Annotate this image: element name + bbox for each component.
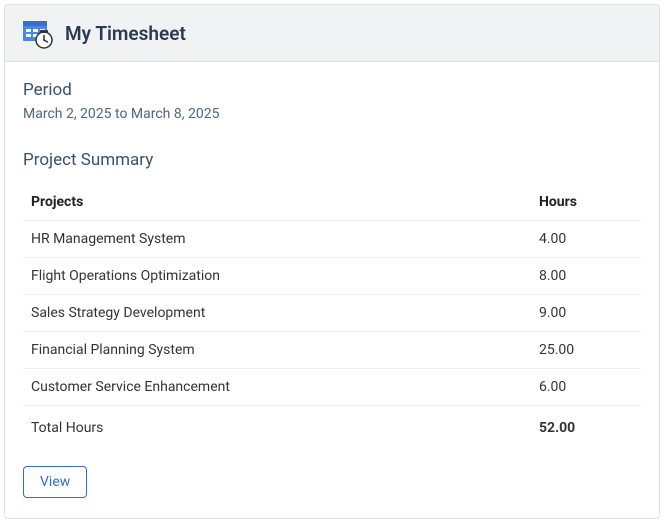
project-hours: 6.00 xyxy=(531,369,641,406)
project-name: Customer Service Enhancement xyxy=(23,369,531,406)
table-row: Customer Service Enhancement 6.00 xyxy=(23,369,641,406)
total-hours: 52.00 xyxy=(531,406,641,447)
card-title: My Timesheet xyxy=(65,22,186,45)
col-hours: Hours xyxy=(531,184,641,221)
project-hours: 4.00 xyxy=(531,221,641,258)
period-value: March 2, 2025 to March 8, 2025 xyxy=(23,106,641,122)
table-row: HR Management System 4.00 xyxy=(23,221,641,258)
project-hours: 9.00 xyxy=(531,295,641,332)
total-label: Total Hours xyxy=(23,406,531,447)
timesheet-icon xyxy=(21,17,53,49)
period-label: Period xyxy=(23,80,641,100)
project-name: Financial Planning System xyxy=(23,332,531,369)
project-name: Sales Strategy Development xyxy=(23,295,531,332)
project-summary-table: Projects Hours HR Management System 4.00… xyxy=(23,184,641,446)
timesheet-card: My Timesheet Period March 2, 2025 to Mar… xyxy=(4,4,660,519)
project-hours: 8.00 xyxy=(531,258,641,295)
col-projects: Projects xyxy=(23,184,531,221)
project-name: HR Management System xyxy=(23,221,531,258)
view-button[interactable]: View xyxy=(23,466,87,498)
summary-title: Project Summary xyxy=(23,150,641,170)
table-row: Sales Strategy Development 9.00 xyxy=(23,295,641,332)
project-name: Flight Operations Optimization xyxy=(23,258,531,295)
project-hours: 25.00 xyxy=(531,332,641,369)
table-row: Financial Planning System 25.00 xyxy=(23,332,641,369)
card-header: My Timesheet xyxy=(5,5,659,62)
total-row: Total Hours 52.00 xyxy=(23,406,641,447)
card-body: Period March 2, 2025 to March 8, 2025 Pr… xyxy=(5,62,659,518)
table-row: Flight Operations Optimization 8.00 xyxy=(23,258,641,295)
